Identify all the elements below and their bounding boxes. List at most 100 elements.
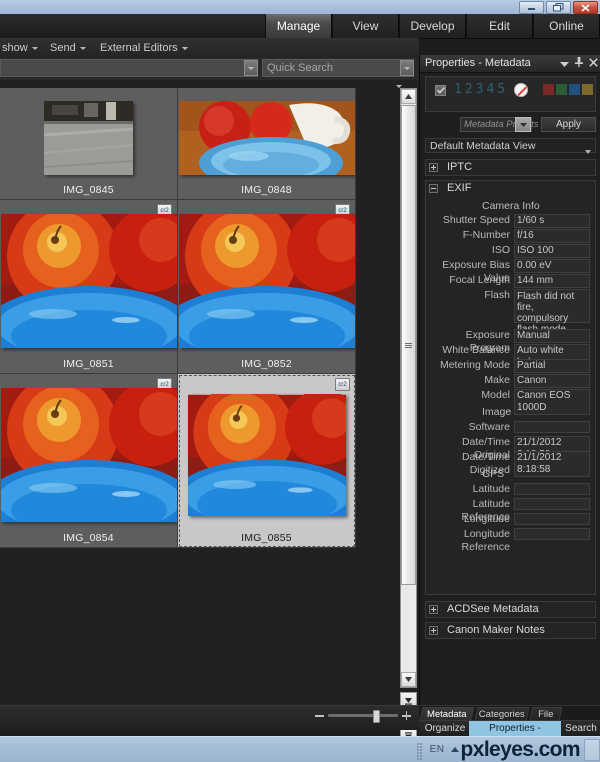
tab-online[interactable]: Online	[533, 14, 600, 38]
tab-view[interactable]: View	[332, 14, 399, 38]
tab-develop[interactable]: Develop	[399, 14, 466, 38]
thumbnail-cell-0[interactable]: IMG_0845	[0, 88, 178, 200]
color-label-blue[interactable]	[569, 84, 580, 95]
scrollbar-thumb[interactable]	[401, 105, 416, 585]
expand-icon[interactable]	[429, 605, 438, 614]
color-label-green[interactable]	[556, 84, 567, 95]
field-value[interactable]: Manual	[514, 329, 590, 343]
field-value[interactable]: 21/1/2012 8:18:58	[514, 451, 590, 477]
thumbnail-cell-2[interactable]: cr2 IMG_0851	[0, 200, 178, 374]
rating-3[interactable]: 3	[476, 83, 484, 97]
panel-tab-file[interactable]: File	[529, 707, 563, 720]
field-iso: ISO ISO 100	[426, 244, 595, 258]
field-value[interactable]	[514, 483, 590, 495]
zoom-slider-track[interactable]	[328, 710, 398, 723]
section-canon-maker-notes[interactable]: Canon Maker Notes	[425, 622, 596, 639]
field-value[interactable]: 1/60 s	[514, 214, 590, 228]
section-exif-header[interactable]: EXIF	[426, 181, 595, 196]
scroll-down-button[interactable]	[401, 672, 416, 687]
zoom-out-icon[interactable]	[315, 711, 324, 720]
search-placeholder: Quick Search	[267, 62, 334, 74]
toolbar-external-editors-menu[interactable]: External Editors	[100, 38, 188, 58]
panel-tab-categories[interactable]: Categories	[474, 707, 530, 720]
panel-tab-metadata[interactable]: Metadata	[419, 707, 475, 720]
properties-metadata-button[interactable]: Properties - Metadata	[469, 721, 561, 750]
search-input[interactable]: Quick Search	[262, 59, 414, 77]
field-value[interactable]: 0.00 eV	[514, 259, 590, 273]
field-value[interactable]	[514, 528, 590, 540]
organize-button[interactable]: Organize	[421, 721, 469, 737]
restore-button[interactable]	[546, 1, 571, 14]
browser-scrollbar[interactable]	[400, 88, 417, 688]
field-value[interactable]: Canon	[514, 374, 590, 388]
section-acdsee-header[interactable]: ACDSee Metadata	[426, 602, 595, 617]
toolbar-slideshow-menu[interactable]: show	[2, 38, 38, 58]
scroll-up-button[interactable]	[401, 89, 416, 104]
section-iptc-header[interactable]: IPTC	[426, 160, 595, 175]
color-label-olive[interactable]	[582, 84, 593, 95]
close-button[interactable]	[573, 1, 598, 14]
field-value[interactable]: Canon EOS 1000D	[514, 389, 590, 415]
zoom-in-icon[interactable]	[402, 711, 411, 720]
thumbnail-label: IMG_0855	[241, 532, 292, 544]
field-value[interactable]: Partial	[514, 359, 590, 373]
panel-header: Properties - Metadata	[420, 55, 600, 73]
rating-2[interactable]: 2	[465, 83, 473, 97]
chevron-down-icon	[585, 145, 591, 157]
rating-checkbox[interactable]	[435, 85, 446, 96]
path-input[interactable]	[0, 59, 258, 77]
field-value[interactable]: f/16	[514, 229, 590, 243]
rating-4[interactable]: 4	[486, 83, 494, 97]
pin-icon[interactable]	[575, 57, 583, 70]
search-dropdown-button[interactable]	[400, 60, 414, 76]
window-controls	[519, 1, 598, 14]
thumbnail-cell-3[interactable]: cr2 IMG_0852	[178, 200, 356, 374]
section-iptc[interactable]: IPTC	[425, 159, 596, 176]
toolbar-send-menu[interactable]: Send	[50, 38, 86, 58]
field-value[interactable]	[514, 513, 590, 525]
expand-icon[interactable]	[429, 163, 438, 172]
section-acdsee-metadata[interactable]: ACDSee Metadata	[425, 601, 596, 618]
search-button[interactable]: Search	[562, 721, 600, 737]
thumbnail-cell-1[interactable]: IMG_0848	[178, 88, 356, 200]
collapse-icon[interactable]	[429, 184, 438, 193]
field-label: Metering Mode	[439, 359, 510, 371]
section-canon-header[interactable]: Canon Maker Notes	[426, 623, 595, 638]
metadata-view-selector[interactable]: Default Metadata View	[425, 138, 596, 154]
thumbnail-browser[interactable]: IMG_0845 IMG_0848 cr2 IMG_0851 cr2 IMG_0…	[0, 80, 419, 705]
path-dropdown-button[interactable]	[244, 60, 258, 76]
rating-digits[interactable]: 1 2 3 4 5	[454, 83, 505, 97]
rating-5[interactable]: 5	[497, 83, 505, 97]
field-value[interactable]: Flash did not fire, compulsory flash mod…	[514, 289, 590, 335]
chevron-down-icon[interactable]	[560, 58, 569, 70]
no-rating-icon[interactable]	[514, 83, 528, 97]
color-label-red[interactable]	[543, 84, 554, 95]
metadata-presets-dropdown[interactable]	[515, 117, 531, 132]
language-indicator[interactable]: EN	[430, 744, 445, 755]
section-canon-title: Canon Maker Notes	[447, 624, 545, 636]
tab-edit[interactable]: Edit	[466, 14, 533, 38]
rating-1[interactable]: 1	[454, 83, 462, 97]
thumbnail-cell-5[interactable]: cr2 IMG_0855	[178, 374, 356, 548]
close-icon[interactable]	[589, 57, 598, 70]
thumbnail-label: IMG_0845	[63, 184, 114, 196]
minimize-button[interactable]	[519, 1, 544, 14]
show-hidden-icons-icon[interactable]	[450, 747, 459, 752]
field-label: Focal Length	[449, 274, 510, 286]
expand-icon[interactable]	[429, 626, 438, 635]
field-value[interactable]	[514, 421, 590, 433]
field-label: Make	[484, 374, 510, 386]
zoom-slider[interactable]	[315, 710, 411, 723]
toolbar-external-editors-label: External Editors	[100, 42, 178, 54]
toolbar-overflow-button[interactable]	[182, 38, 188, 58]
field-value[interactable]: 144 mm	[514, 274, 590, 288]
zoom-slider-knob[interactable]	[372, 710, 380, 723]
group-label-camera-info: Camera Info	[482, 200, 540, 212]
show-desktop-button[interactable]	[584, 738, 600, 761]
field-value[interactable]: ISO 100	[514, 244, 590, 258]
thumbnail-cell-4[interactable]: cr2 IMG_0854	[0, 374, 178, 548]
tab-manage[interactable]: Manage	[265, 14, 332, 38]
field-value[interactable]	[514, 498, 590, 510]
field-label: Longitude	[463, 513, 510, 525]
apply-button[interactable]: Apply	[541, 117, 596, 132]
